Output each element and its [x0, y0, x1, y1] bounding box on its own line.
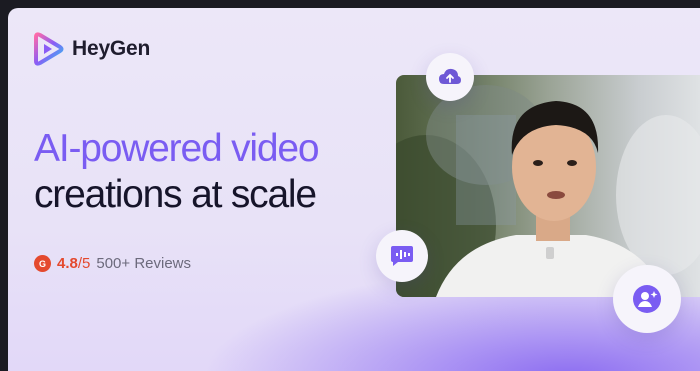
- voice-message-button[interactable]: [376, 230, 428, 282]
- review-count: 500+ Reviews: [96, 255, 192, 272]
- g2-logo-icon: G: [34, 255, 51, 272]
- presenter-video[interactable]: [396, 75, 700, 297]
- rating-score: 4.8: [57, 255, 78, 272]
- user-sparkle-icon: [633, 285, 661, 313]
- svg-text:G: G: [39, 259, 46, 269]
- review-rating[interactable]: G 4.8 /5 500+ Reviews: [34, 255, 191, 272]
- headline-line-1: AI-powered video: [34, 127, 320, 170]
- headline-line-2: creations at scale: [34, 173, 317, 216]
- brand-name: HeyGen: [72, 37, 151, 60]
- hero-banner: HeyGen AI-powered video creations at sca…: [8, 8, 700, 371]
- heygen-logo-icon: [34, 32, 64, 66]
- avatar-button[interactable]: [613, 265, 681, 333]
- rating-out-of: /5: [77, 255, 91, 272]
- message-waveform-icon: [391, 246, 413, 266]
- cloud-upload-icon: [439, 68, 461, 84]
- upload-button[interactable]: [426, 53, 474, 101]
- hero-headline: AI-powered video creations at scale: [34, 126, 320, 218]
- brand-logo[interactable]: HeyGen: [34, 32, 150, 66]
- presenter-image: [396, 85, 700, 297]
